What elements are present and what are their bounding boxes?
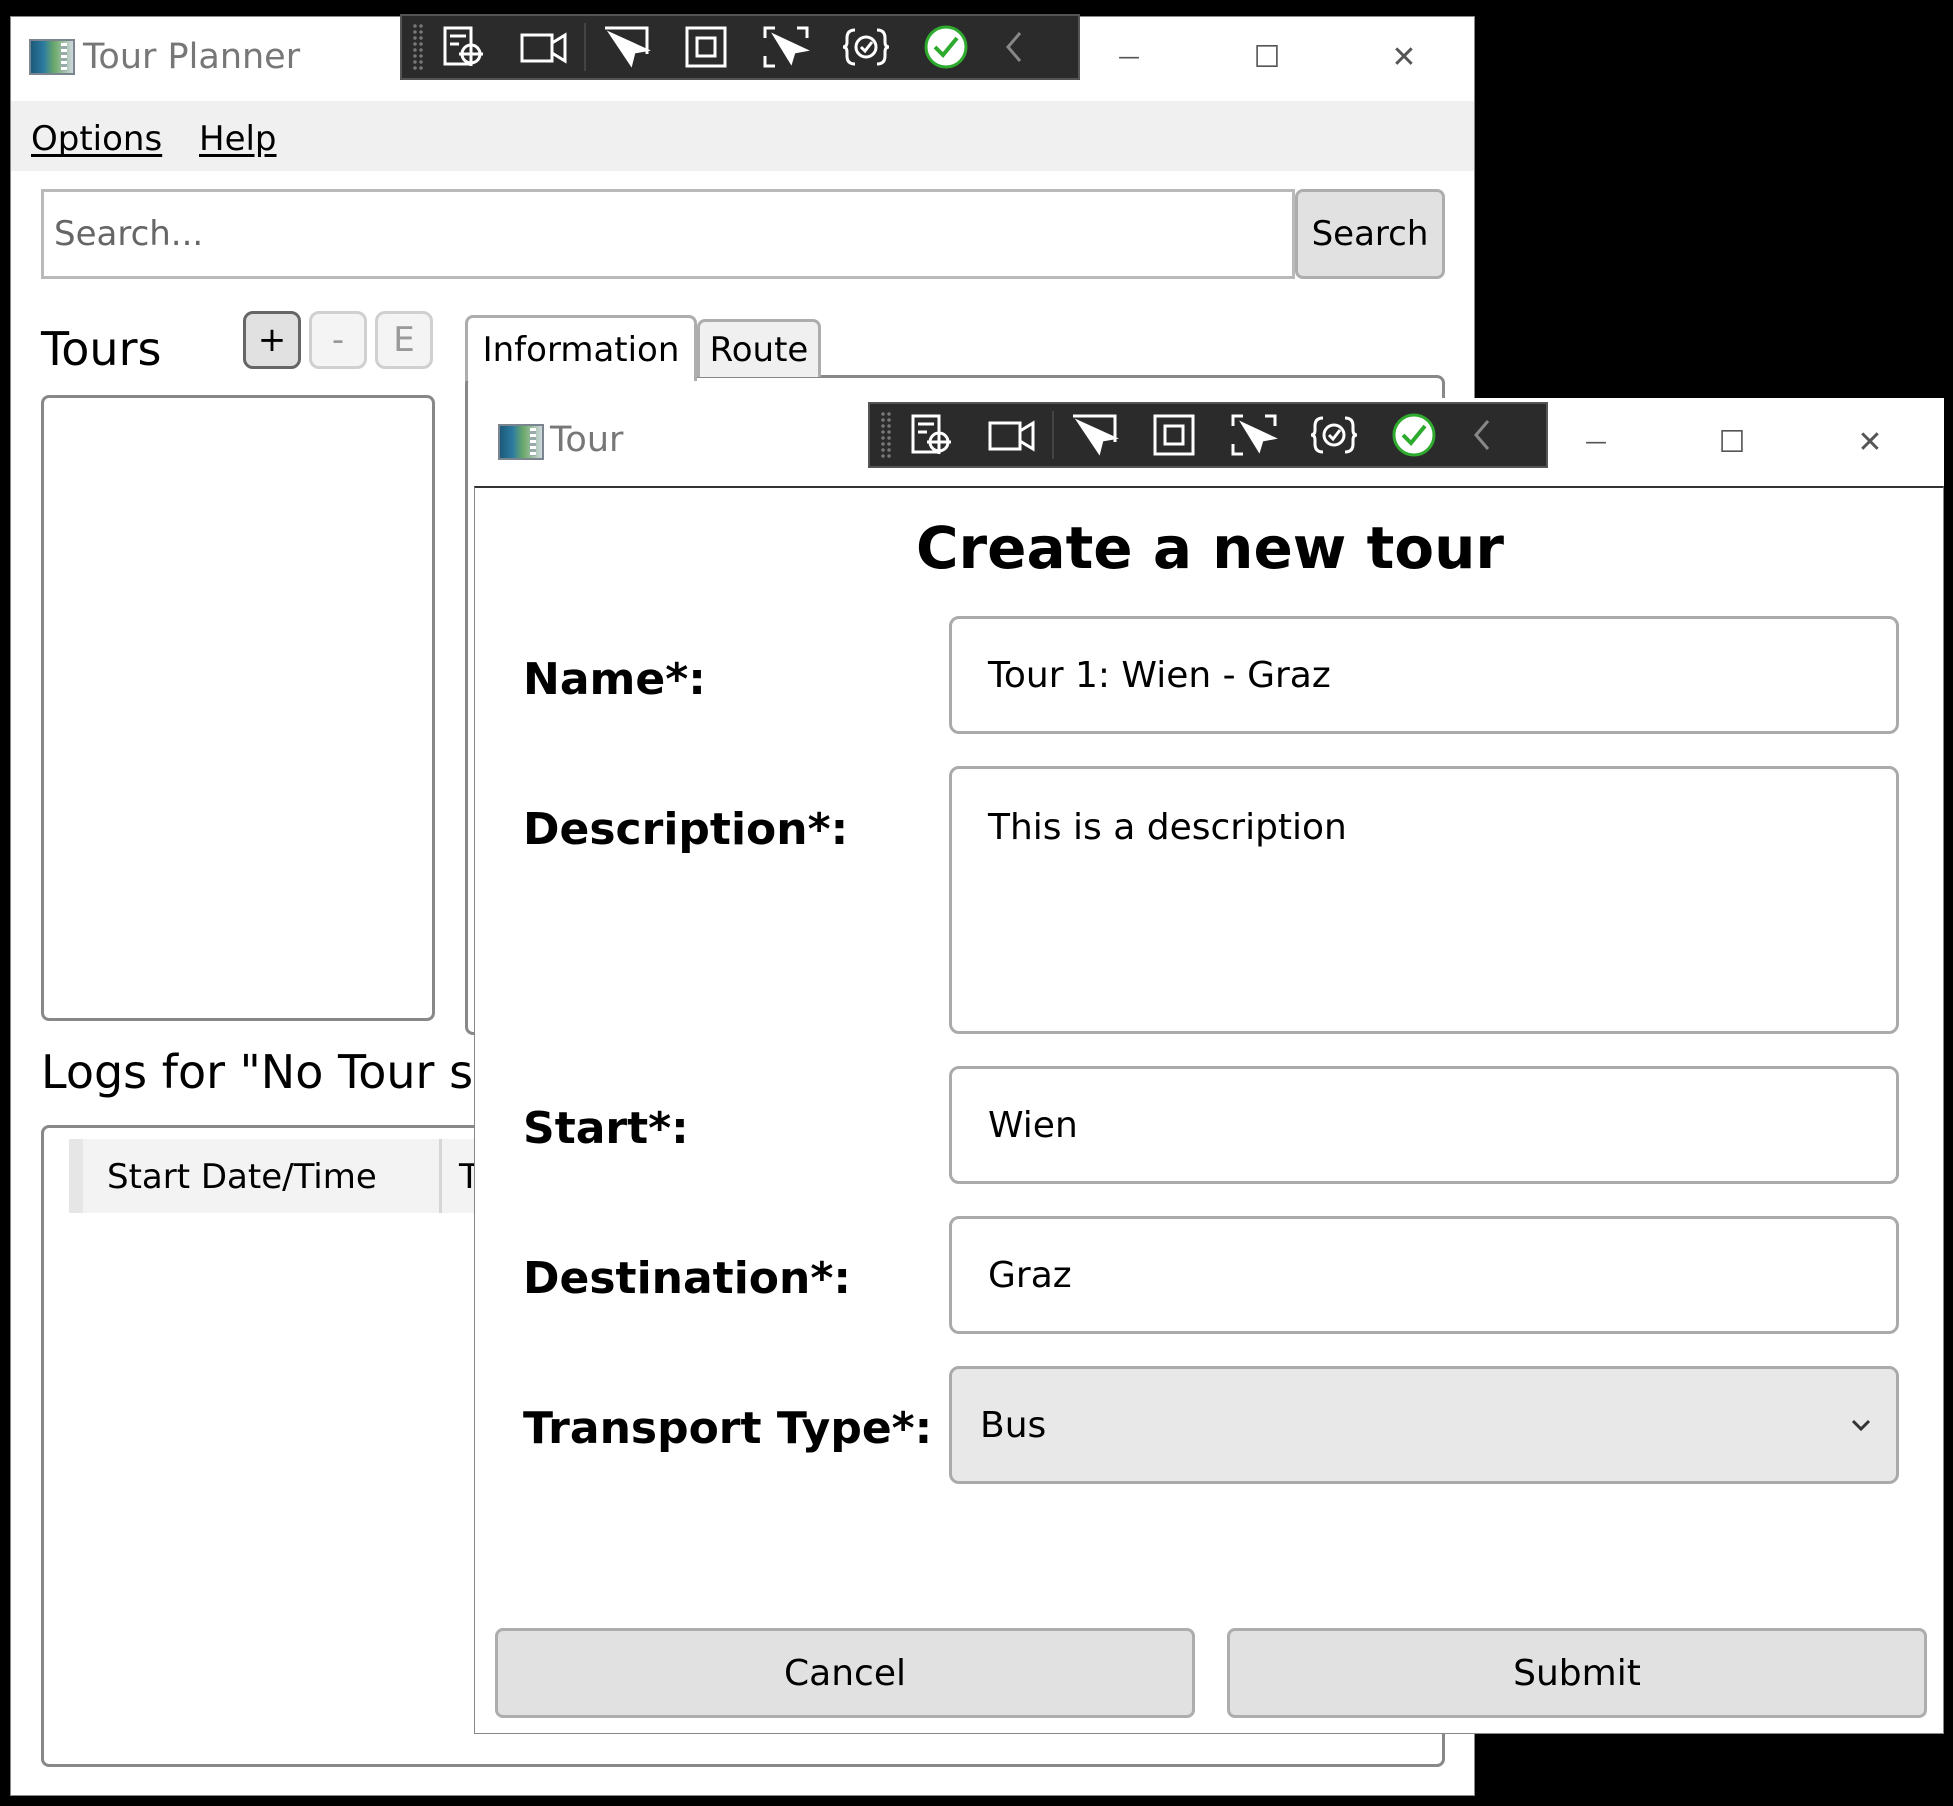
dialog-minimize-button[interactable]: — [1566, 412, 1626, 472]
submit-button-label: Submit [1513, 1652, 1641, 1694]
pointer-select-icon [605, 26, 651, 68]
maximize-icon: ☐ [1718, 424, 1746, 460]
name-label: Name*: [523, 654, 706, 705]
description-label: Description*: [523, 804, 849, 855]
destination-value: Graz [988, 1254, 1072, 1296]
binding-failures-button[interactable] [826, 14, 906, 80]
layout-adorner-icon [1153, 414, 1195, 456]
toolbar-grip[interactable] [412, 23, 424, 71]
menu-help[interactable]: Help [199, 119, 277, 159]
name-value: Tour 1: Wien - Graz [988, 654, 1331, 696]
video-camera-icon [520, 32, 567, 64]
track-focus-icon [763, 26, 810, 68]
tours-list[interactable] [41, 395, 435, 1021]
start-label: Start*: [523, 1103, 689, 1154]
minimize-icon: — [1118, 44, 1140, 70]
add-tour-button[interactable]: + [243, 311, 301, 369]
record-button[interactable] [972, 402, 1052, 468]
logs-heading: Logs for "No Tour sel [41, 1045, 515, 1099]
pointer-select-button[interactable] [1054, 402, 1134, 468]
column-divider[interactable] [439, 1139, 442, 1213]
destination-field[interactable]: Graz [949, 1216, 1899, 1334]
binding-failures-icon [1310, 416, 1358, 454]
edit-icon: E [393, 320, 415, 360]
menu-options[interactable]: Options [31, 119, 162, 159]
dialog-window-title: Tour [550, 420, 624, 460]
cancel-button-label: Cancel [784, 1652, 906, 1694]
dialog-debug-toolbar [868, 402, 1548, 468]
maximize-icon: ☐ [1253, 39, 1281, 75]
collapse-icon [1474, 420, 1490, 450]
destination-label: Destination*: [523, 1253, 851, 1304]
menu-help-label: Help [199, 119, 277, 159]
pointer-select-button[interactable] [586, 14, 666, 80]
search-input[interactable]: Search... [41, 189, 1295, 279]
submit-button[interactable]: Submit [1227, 1628, 1927, 1718]
close-icon: ✕ [1857, 424, 1883, 460]
accessibility-check-button[interactable] [906, 14, 986, 80]
search-placeholder: Search... [54, 214, 204, 254]
accessibility-check-button[interactable] [1374, 402, 1454, 468]
description-field[interactable]: This is a description [949, 766, 1899, 1034]
layout-adorner-button[interactable] [1134, 402, 1214, 468]
maximize-button[interactable]: ☐ [1237, 27, 1297, 87]
layout-adorner-icon [685, 26, 727, 68]
collapse-toolbar-button[interactable] [1454, 402, 1510, 468]
select-element-icon [911, 414, 951, 454]
accessibility-check-icon [924, 25, 968, 69]
tab-route-label: Route [709, 329, 809, 370]
remove-tour-button[interactable]: - [309, 311, 367, 369]
window-title: Tour Planner [83, 37, 301, 77]
dialog-close-button[interactable]: ✕ [1840, 412, 1900, 472]
transport-type-select[interactable]: Bus [949, 1366, 1899, 1484]
search-button[interactable]: Search [1295, 189, 1445, 279]
menu-bar: Options Help [11, 101, 1474, 171]
close-button[interactable]: ✕ [1374, 27, 1434, 87]
dialog-maximize-button[interactable]: ☐ [1702, 412, 1762, 472]
edit-tour-button[interactable]: E [375, 311, 433, 369]
select-element-button[interactable] [424, 14, 504, 80]
cancel-button[interactable]: Cancel [495, 1628, 1195, 1718]
video-camera-icon [988, 420, 1035, 452]
tours-heading: Tours [41, 322, 162, 376]
dialog-body: Create a new tour Name*: Tour 1: Wien - … [474, 486, 1944, 1734]
collapse-icon [1006, 32, 1022, 62]
search-button-label: Search [1311, 214, 1429, 254]
record-button[interactable] [504, 14, 584, 80]
select-element-icon [443, 26, 483, 66]
column-header-start-date[interactable]: Start Date/Time [107, 1157, 377, 1197]
menu-options-label: Options [31, 119, 163, 159]
dialog-heading: Create a new tour [915, 514, 1505, 582]
app-icon [29, 39, 75, 75]
description-value: This is a description [988, 807, 1347, 848]
start-field[interactable]: Wien [949, 1066, 1899, 1184]
dialog-app-icon [498, 424, 544, 460]
pointer-select-icon [1073, 414, 1119, 456]
add-icon: + [257, 320, 287, 360]
name-field[interactable]: Tour 1: Wien - Graz [949, 616, 1899, 734]
tab-information-label: Information [482, 329, 680, 370]
select-element-button[interactable] [892, 402, 972, 468]
transport-type-label: Transport Type*: [523, 1403, 933, 1454]
track-focus-button[interactable] [746, 14, 826, 80]
track-focus-button[interactable] [1214, 402, 1294, 468]
start-value: Wien [988, 1104, 1078, 1146]
close-icon: ✕ [1391, 39, 1417, 75]
collapse-toolbar-button[interactable] [986, 14, 1042, 80]
tab-information[interactable]: Information [465, 315, 697, 381]
minimize-icon: — [1585, 429, 1607, 455]
debug-toolbar [400, 14, 1080, 80]
chevron-down-icon [1851, 1419, 1871, 1432]
minimize-button[interactable]: — [1099, 27, 1159, 87]
binding-failures-button[interactable] [1294, 402, 1374, 468]
row-header-spacer [69, 1139, 83, 1213]
remove-icon: - [331, 320, 345, 360]
track-focus-icon [1231, 414, 1278, 456]
transport-type-value: Bus [980, 1404, 1047, 1446]
layout-adorner-button[interactable] [666, 14, 746, 80]
binding-failures-icon [842, 28, 890, 66]
toolbar-grip[interactable] [880, 411, 892, 459]
tab-route[interactable]: Route [697, 319, 821, 377]
accessibility-check-icon [1392, 413, 1436, 457]
